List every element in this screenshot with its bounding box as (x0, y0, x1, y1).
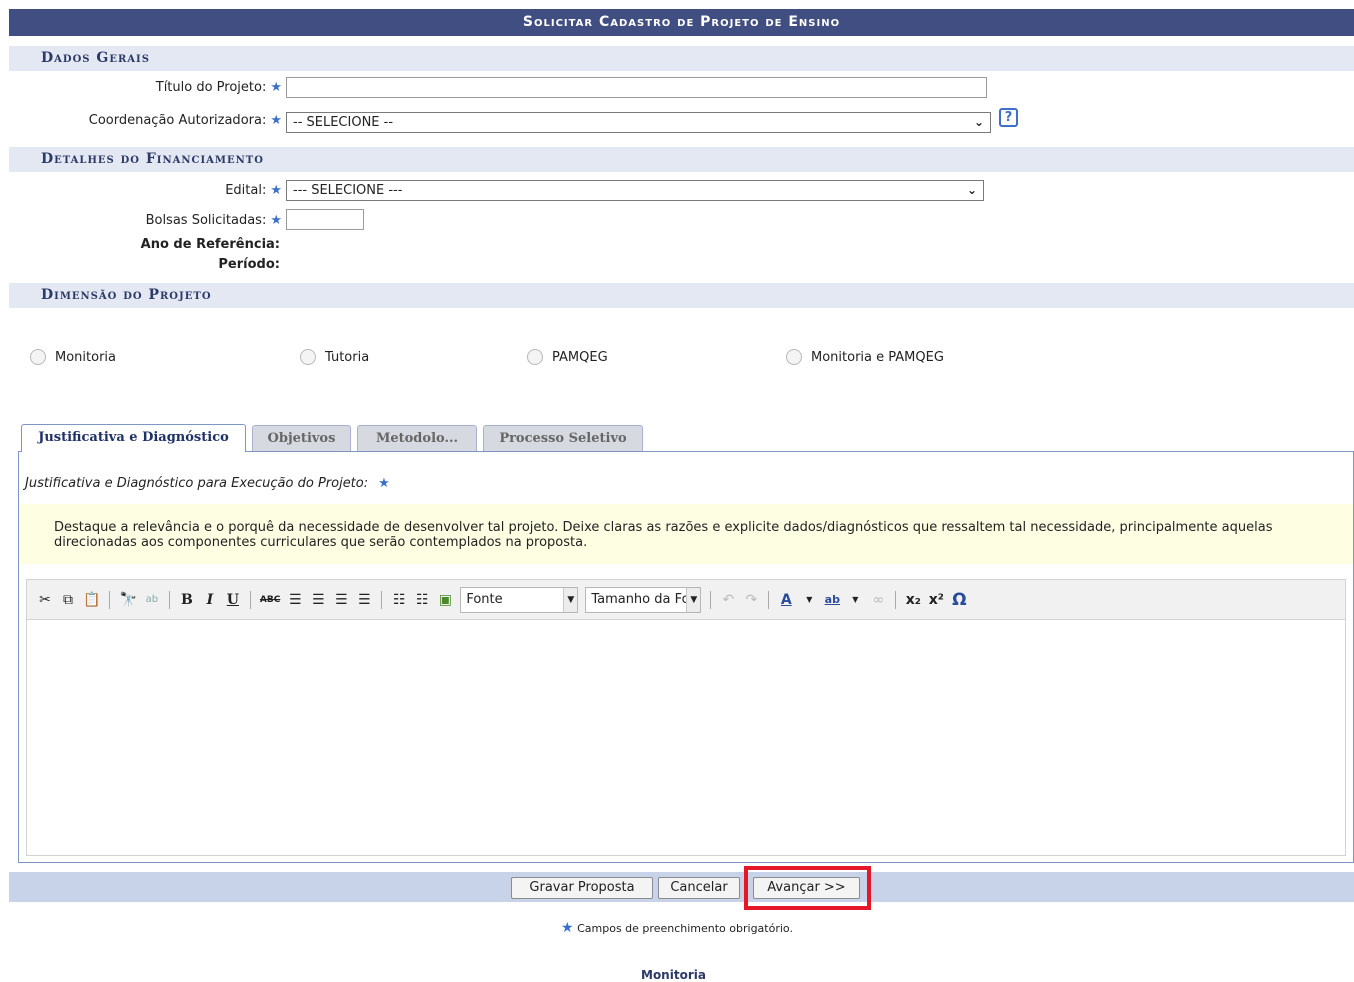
font-combo-value: Fonte (466, 591, 503, 607)
radio-monitoria-pamqeg[interactable]: Monitoria e PAMQEG (786, 349, 944, 365)
required-note-text: Campos de preenchimento obrigatório. (577, 922, 793, 935)
numbered-list-icon[interactable]: ☷ (414, 592, 430, 608)
section-financiamento: Detalhes do Financiamento (9, 147, 1354, 172)
image-icon[interactable]: ▣ (437, 592, 453, 608)
bolsas-input[interactable] (286, 209, 364, 230)
chevron-down-icon[interactable]: ▼ (847, 595, 863, 604)
radio-tutoria[interactable]: Tutoria (300, 349, 369, 365)
strikethrough-icon[interactable]: ABC (260, 595, 280, 605)
titulo-label: Título do Projeto: ★ (156, 80, 282, 95)
required-star-icon: ★ (561, 920, 574, 936)
radio-pamqeg[interactable]: PAMQEG (527, 349, 608, 365)
radio-button[interactable] (300, 349, 316, 365)
bolsas-label-text: Bolsas Solicitadas: (145, 213, 267, 228)
align-left-icon[interactable]: ☰ (287, 592, 303, 608)
radio-button[interactable] (786, 349, 802, 365)
tab-objetivos[interactable]: Objetivos (252, 425, 351, 452)
bold-icon[interactable]: B (179, 592, 195, 608)
tab-panel: Justificativa e Diagnóstico para Execuçã… (18, 451, 1354, 863)
highlight-box (744, 866, 871, 910)
redo-icon[interactable]: ↷ (743, 592, 759, 608)
edital-selected-value: --- SELECIONE --- (293, 183, 403, 198)
size-combo-value: Tamanho da Fo (591, 591, 690, 607)
panel-field-label-text: Justificativa e Diagnóstico para Execuçã… (25, 476, 369, 491)
coordenacao-label-text: Coordenação Autorizadora: (88, 113, 267, 128)
radio-label: PAMQEG (552, 349, 608, 365)
link-icon[interactable]: ∞ (870, 592, 886, 608)
replace-icon[interactable]: ab (144, 594, 160, 605)
justify-icon[interactable]: ☰ (356, 592, 372, 608)
section-dimensao: Dimensão do Projeto (9, 283, 1354, 308)
toolbar-separator (109, 590, 111, 609)
chevron-down-icon: ⌄ (973, 115, 984, 129)
toolbar-separator (168, 590, 170, 609)
periodo-label: Período: (218, 257, 280, 272)
chevron-down-icon: ▼ (686, 587, 701, 612)
tab-processo-seletivo[interactable]: Processo Seletivo (483, 425, 643, 452)
editor-toolbar: ✂ ⧉ 📋 🔭 ab B I U ABC ☰ ☰ ☰ ☰ ☷ ☷ ▣ Fonte… (26, 579, 1346, 619)
radio-button[interactable] (30, 349, 46, 365)
cut-icon[interactable]: ✂ (37, 592, 53, 608)
subscript-icon[interactable]: x₂ (905, 592, 921, 608)
titulo-label-text: Título do Projeto: (155, 80, 267, 95)
edital-label: Edital: ★ (225, 183, 282, 198)
section-dados-gerais: Dados Gerais (9, 46, 1354, 71)
radio-label: Monitoria e PAMQEG (811, 349, 944, 365)
titulo-input[interactable] (286, 77, 987, 98)
align-center-icon[interactable]: ☰ (310, 592, 326, 608)
cancel-button[interactable]: Cancelar (658, 877, 740, 899)
chevron-down-icon: ⌄ (966, 183, 977, 197)
required-star-icon: ★ (378, 476, 390, 491)
hint-box: Destaque a relevância e o porquê da nece… (19, 504, 1353, 564)
toolbar-separator (895, 590, 897, 609)
required-star-icon: ★ (270, 183, 282, 198)
radio-monitoria[interactable]: Monitoria (30, 349, 116, 365)
coordenacao-label: Coordenação Autorizadora: ★ (89, 113, 282, 128)
help-icon[interactable]: ? (999, 108, 1018, 127)
bullet-list-icon[interactable]: ☷ (391, 592, 407, 608)
copy-icon[interactable]: ⧉ (60, 592, 76, 608)
bottom-link[interactable]: Monitoria (641, 968, 706, 982)
toolbar-separator (710, 590, 712, 609)
special-char-icon[interactable]: Ω (951, 590, 967, 610)
edital-select[interactable]: --- SELECIONE --- ⌄ (286, 180, 984, 201)
rich-text-editor[interactable] (26, 619, 1346, 856)
required-star-icon: ★ (270, 213, 282, 228)
italic-icon[interactable]: I (202, 592, 218, 608)
required-star-icon: ★ (270, 80, 282, 95)
radio-label: Monitoria (55, 349, 116, 365)
gravar-proposta-button[interactable]: Gravar Proposta (511, 877, 653, 899)
underline-icon[interactable]: U (225, 592, 241, 608)
highlight-color-icon[interactable]: ab (824, 593, 840, 606)
text-color-icon[interactable]: A (778, 592, 794, 608)
undo-icon[interactable]: ↶ (720, 592, 736, 608)
align-right-icon[interactable]: ☰ (333, 592, 349, 608)
page-caption: Solicitar Cadastro de Projeto de Ensino (9, 9, 1354, 36)
superscript-icon[interactable]: x² (928, 592, 944, 608)
tab-metodologia[interactable]: Metodolo... (357, 425, 477, 452)
chevron-down-icon: ▼ (563, 587, 578, 612)
tab-justificativa[interactable]: Justificativa e Diagnóstico (21, 424, 246, 452)
chevron-down-icon[interactable]: ▼ (801, 595, 817, 604)
panel-field-label: Justificativa e Diagnóstico para Execuçã… (25, 476, 390, 491)
coordenacao-select[interactable]: -- SELECIONE -- ⌄ (286, 112, 991, 133)
paste-icon[interactable]: 📋 (83, 592, 100, 608)
toolbar-separator (768, 590, 770, 609)
radio-label: Tutoria (325, 349, 370, 365)
coordenacao-selected-value: -- SELECIONE -- (293, 115, 394, 130)
font-size-combo[interactable]: Tamanho da Fo ▼ (585, 586, 702, 613)
find-icon[interactable]: 🔭 (119, 592, 136, 608)
required-star-icon: ★ (270, 113, 282, 128)
bolsas-label: Bolsas Solicitadas: ★ (146, 213, 282, 228)
font-family-combo[interactable]: Fonte ▼ (460, 586, 579, 613)
required-note: ★ Campos de preenchimento obrigatório. (0, 920, 1354, 936)
ano-referencia-label: Ano de Referência: (140, 237, 280, 252)
toolbar-separator (381, 590, 383, 609)
edital-label-text: Edital: (225, 183, 267, 198)
radio-button[interactable] (527, 349, 543, 365)
toolbar-separator (249, 590, 251, 609)
